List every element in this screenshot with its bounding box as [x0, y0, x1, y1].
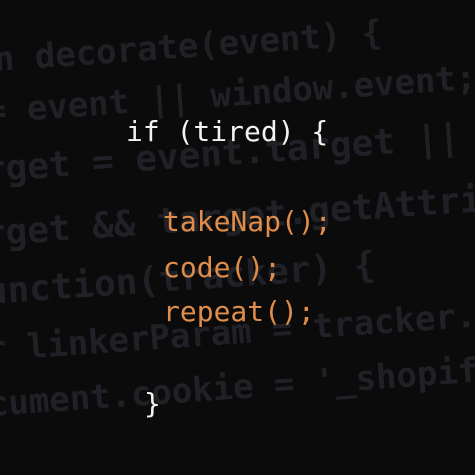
- closing-brace: }: [144, 387, 161, 420]
- foreground-code-block: if (tired) { takeNap(); code(); repeat()…: [0, 0, 475, 475]
- take-nap-call: takeNap();: [163, 205, 332, 238]
- if-condition-line: if (tired) {: [126, 115, 329, 148]
- repeat-call: repeat();: [163, 295, 315, 328]
- code-call: code();: [163, 251, 282, 284]
